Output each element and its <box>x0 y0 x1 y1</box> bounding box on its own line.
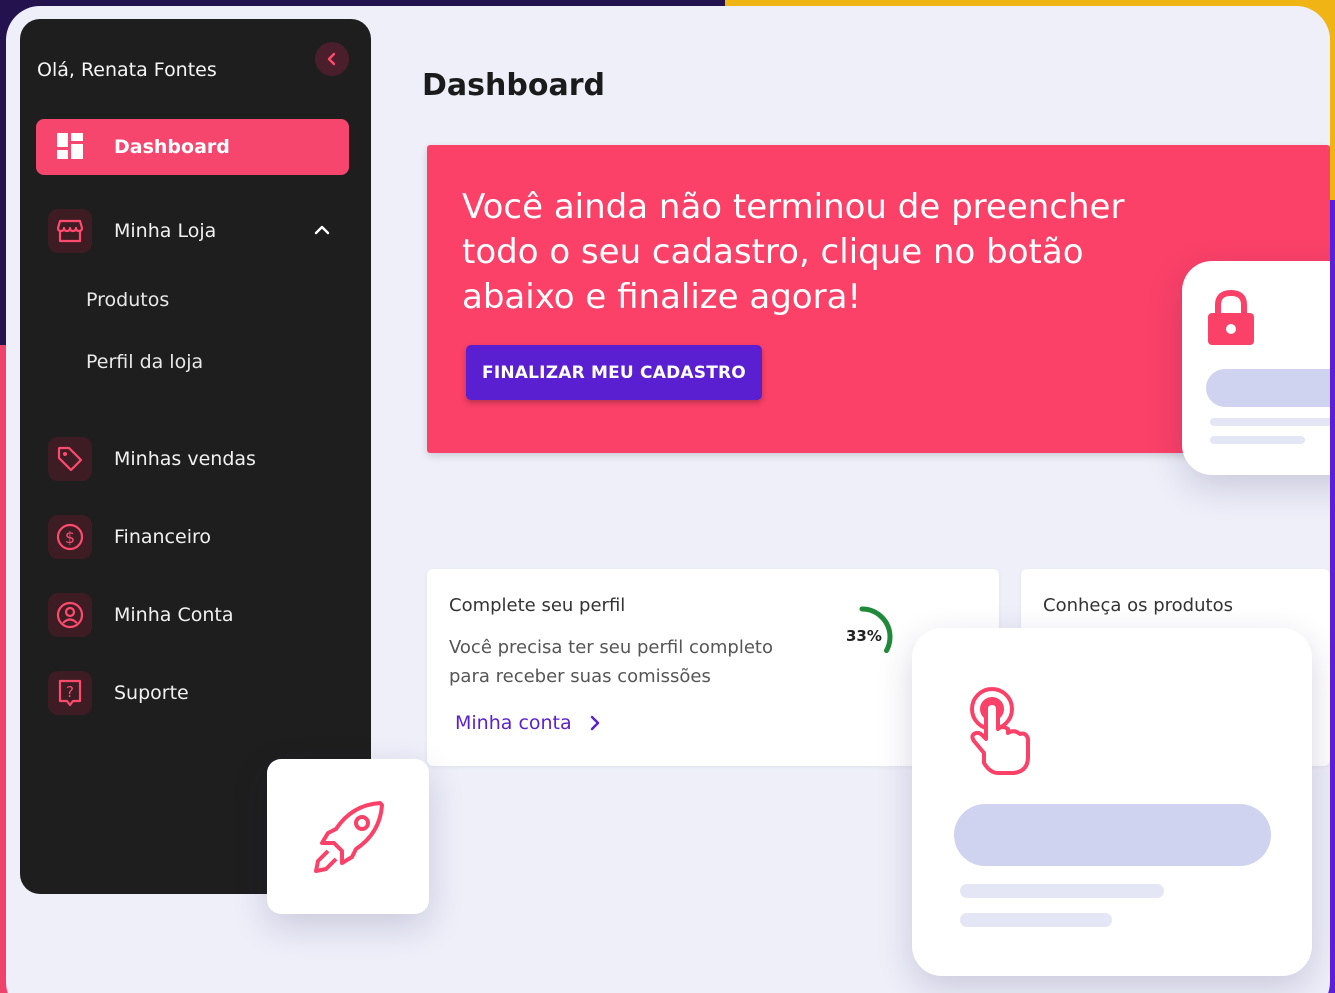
touch-illustration-card <box>912 628 1312 976</box>
dashboard-icon <box>57 133 83 159</box>
placeholder-line <box>960 913 1112 927</box>
page-title: Dashboard <box>422 68 605 103</box>
progress-label: 33% <box>846 627 882 645</box>
sidebar-item-label: Dashboard <box>114 136 230 158</box>
sidebar-item-suporte[interactable]: ? Suporte <box>36 668 349 718</box>
profile-card-description: Você precisa ter seu perfil completo par… <box>449 637 773 687</box>
banner-message: Você ainda não terminou de preencher tod… <box>462 187 1125 317</box>
chevron-left-icon <box>327 52 336 66</box>
tag-icon <box>57 446 83 472</box>
sidebar-subitem-produtos[interactable]: Produtos <box>86 289 169 311</box>
dollar-icon: $ <box>56 523 84 551</box>
user-icon <box>56 601 84 629</box>
sidebar-item-minhas-vendas[interactable]: Minhas vendas <box>36 434 349 484</box>
user-icon-box <box>48 593 92 637</box>
store-icon-box <box>48 209 92 253</box>
dollar-icon-box: $ <box>48 515 92 559</box>
chevron-up-icon[interactable] <box>314 224 330 236</box>
tag-icon-box <box>48 437 92 481</box>
chevron-right-icon <box>590 715 599 731</box>
user-greeting: Olá, Renata Fontes <box>37 59 217 81</box>
placeholder-bar <box>1206 369 1330 407</box>
help-icon: ? <box>58 679 82 707</box>
touch-icon <box>970 687 1030 775</box>
placeholder-line <box>960 884 1164 898</box>
profile-card-title: Complete seu perfil <box>449 595 626 616</box>
help-icon-box: ? <box>48 671 92 715</box>
products-card-title: Conheça os produtos <box>1043 595 1233 616</box>
sidebar-subitem-perfil-da-loja[interactable]: Perfil da loja <box>86 351 203 373</box>
finalize-registration-button[interactable]: FINALIZAR MEU CADASTRO <box>466 345 762 400</box>
store-icon <box>57 219 83 243</box>
minha-conta-link-label: Minha conta <box>455 712 572 734</box>
svg-text:$: $ <box>65 528 75 547</box>
placeholder-bar <box>954 804 1271 866</box>
sidebar-item-minha-conta[interactable]: Minha Conta <box>36 590 349 640</box>
lock-illustration-card <box>1182 261 1330 475</box>
sidebar-item-dashboard[interactable]: Dashboard <box>36 119 349 175</box>
minha-conta-link[interactable]: Minha conta <box>455 712 600 734</box>
svg-text:?: ? <box>66 683 74 701</box>
lock-icon <box>1208 289 1254 345</box>
rocket-illustration-card <box>267 759 429 914</box>
sidebar-item-label: Minha Conta <box>114 604 234 626</box>
sidebar-item-label: Minhas vendas <box>114 448 256 470</box>
sidebar-item-label: Suporte <box>114 682 189 704</box>
placeholder-line <box>1210 418 1330 426</box>
sidebar-item-label: Minha Loja <box>114 220 217 242</box>
rocket-icon <box>314 801 384 873</box>
app-window: Olá, Renata Fontes Dashboard Minha Loja … <box>6 6 1330 993</box>
collapse-sidebar-button[interactable] <box>315 42 349 76</box>
placeholder-line <box>1210 436 1305 444</box>
sidebar-item-minha-loja[interactable]: Minha Loja <box>36 206 349 256</box>
sidebar-item-label: Financeiro <box>114 526 211 548</box>
sidebar-item-financeiro[interactable]: $ Financeiro <box>36 512 349 562</box>
